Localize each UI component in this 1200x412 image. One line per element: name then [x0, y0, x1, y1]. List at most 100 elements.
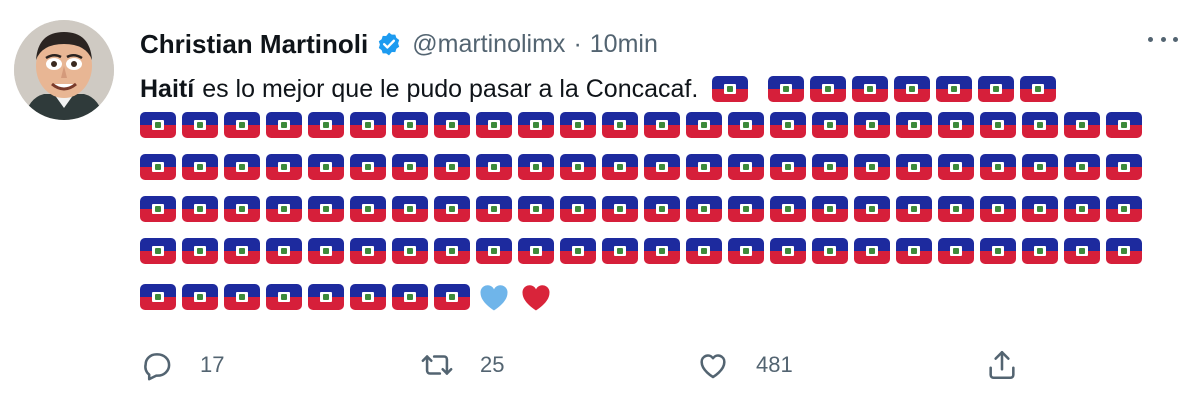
haiti-flag-icon [182, 284, 218, 310]
haiti-flag-icon [728, 238, 764, 264]
like-button[interactable]: 481 [696, 345, 793, 385]
haiti-flag-icon [434, 154, 470, 180]
haiti-flag-icon [980, 196, 1016, 222]
flag-row [140, 196, 1142, 222]
haiti-flag-icon [182, 196, 218, 222]
haiti-flag-icon [686, 196, 722, 222]
haiti-flag-icon [770, 112, 806, 138]
haiti-flag-icon [182, 112, 218, 138]
haiti-flag-icon [434, 112, 470, 138]
haiti-flag-icon [812, 238, 848, 264]
like-count: 481 [756, 352, 793, 377]
retweet-button[interactable]: 25 [420, 345, 504, 385]
flag-row [140, 112, 1142, 138]
display-name[interactable]: Christian Martinoli [140, 29, 368, 60]
haiti-flag-icon [224, 284, 260, 310]
haiti-flag-icon [560, 154, 596, 180]
haiti-flag-icon [308, 284, 344, 310]
retweet-count: 25 [480, 352, 505, 377]
haiti-flag-icon [686, 238, 722, 264]
haiti-flag-icon [1022, 196, 1058, 222]
haiti-flag-icon [308, 196, 344, 222]
haiti-flag-icon [266, 112, 302, 138]
haiti-flag-icon [854, 196, 890, 222]
haiti-flag-icon [266, 284, 302, 310]
tweet-header: Christian Martinoli @martinolimx · 10min [140, 26, 658, 62]
haiti-flag-icon [1022, 238, 1058, 264]
haiti-flag-icon [770, 154, 806, 180]
haiti-flag-icon [140, 154, 176, 180]
haiti-flag-icon [140, 196, 176, 222]
reply-button[interactable]: 17 [140, 345, 224, 385]
haiti-flag-icon [350, 196, 386, 222]
tweet-text-line: Haití es lo mejor que le pudo pasar a la… [140, 72, 1057, 106]
haiti-flag-icon [308, 154, 344, 180]
haiti-flag-icon [350, 238, 386, 264]
tweet[interactable]: Christian Martinoli @martinolimx · 10min… [0, 0, 1200, 412]
haiti-flag-icon [224, 154, 260, 180]
haiti-flag-icon [770, 196, 806, 222]
haiti-flag-icon [266, 154, 302, 180]
haiti-flag-icon [1064, 112, 1100, 138]
haiti-flag-icon [266, 238, 302, 264]
haiti-flag-icon [938, 112, 974, 138]
share-button[interactable] [985, 345, 1019, 385]
haiti-flag-icon [936, 76, 973, 102]
separator-dot: · [573, 29, 582, 58]
inline-flags [712, 76, 1057, 102]
haiti-flag-icon [224, 112, 260, 138]
haiti-flag-icon [518, 112, 554, 138]
haiti-flag-icon [1106, 154, 1142, 180]
haiti-flag-icon [1064, 196, 1100, 222]
haiti-flag-icon [434, 284, 470, 310]
more-options-icon[interactable] [1148, 34, 1178, 44]
hashtag-haiti[interactable]: Haití [140, 75, 194, 104]
tweet-text: es lo mejor que le pudo pasar a la Conca… [202, 74, 699, 103]
haiti-flag-icon [1064, 154, 1100, 180]
haiti-flag-icon [182, 154, 218, 180]
haiti-flag-icon [728, 154, 764, 180]
haiti-flag-icon [434, 238, 470, 264]
haiti-flag-icon [266, 196, 302, 222]
handle[interactable]: @martinolimx [412, 30, 565, 59]
haiti-flag-icon [392, 284, 428, 310]
haiti-flag-icon [1106, 112, 1142, 138]
haiti-flag-icon [686, 112, 722, 138]
more-dot [1160, 36, 1166, 42]
haiti-flag-icon [854, 154, 890, 180]
haiti-flag-icon [768, 76, 805, 102]
haiti-flag-icon [1064, 238, 1100, 264]
haiti-flag-icon [644, 154, 680, 180]
haiti-flag-icon [308, 112, 344, 138]
haiti-flag-icon [560, 238, 596, 264]
retweet-icon [421, 355, 453, 375]
haiti-flag-icon [644, 112, 680, 138]
haiti-flag-icon [350, 112, 386, 138]
haiti-flag-icon [308, 238, 344, 264]
haiti-flag-icon [896, 112, 932, 138]
red-heart-icon [522, 285, 550, 311]
avatar-caricature-image [14, 20, 114, 120]
haiti-flag-icon [476, 196, 512, 222]
haiti-flag-icon [938, 238, 974, 264]
haiti-flag-icon [392, 238, 428, 264]
haiti-flag-icon [602, 238, 638, 264]
haiti-flag-icon [140, 112, 176, 138]
haiti-flag-icon [560, 196, 596, 222]
haiti-flag-icon [686, 154, 722, 180]
haiti-flag-icon [1106, 196, 1142, 222]
haiti-flag-icon [560, 112, 596, 138]
haiti-flag-icon [392, 154, 428, 180]
haiti-flag-icon [518, 196, 554, 222]
haiti-flag-icon [182, 238, 218, 264]
haiti-flag-icon [224, 238, 260, 264]
haiti-flag-icon [1022, 154, 1058, 180]
blue-heart-icon [480, 285, 508, 311]
haiti-flag-icon [980, 154, 1016, 180]
flag-row [140, 154, 1142, 180]
haiti-flag-icon [978, 76, 1015, 102]
haiti-flag-icon [476, 154, 512, 180]
timestamp[interactable]: 10min [590, 30, 658, 59]
haiti-flag-icon [810, 76, 847, 102]
avatar[interactable] [14, 20, 114, 120]
